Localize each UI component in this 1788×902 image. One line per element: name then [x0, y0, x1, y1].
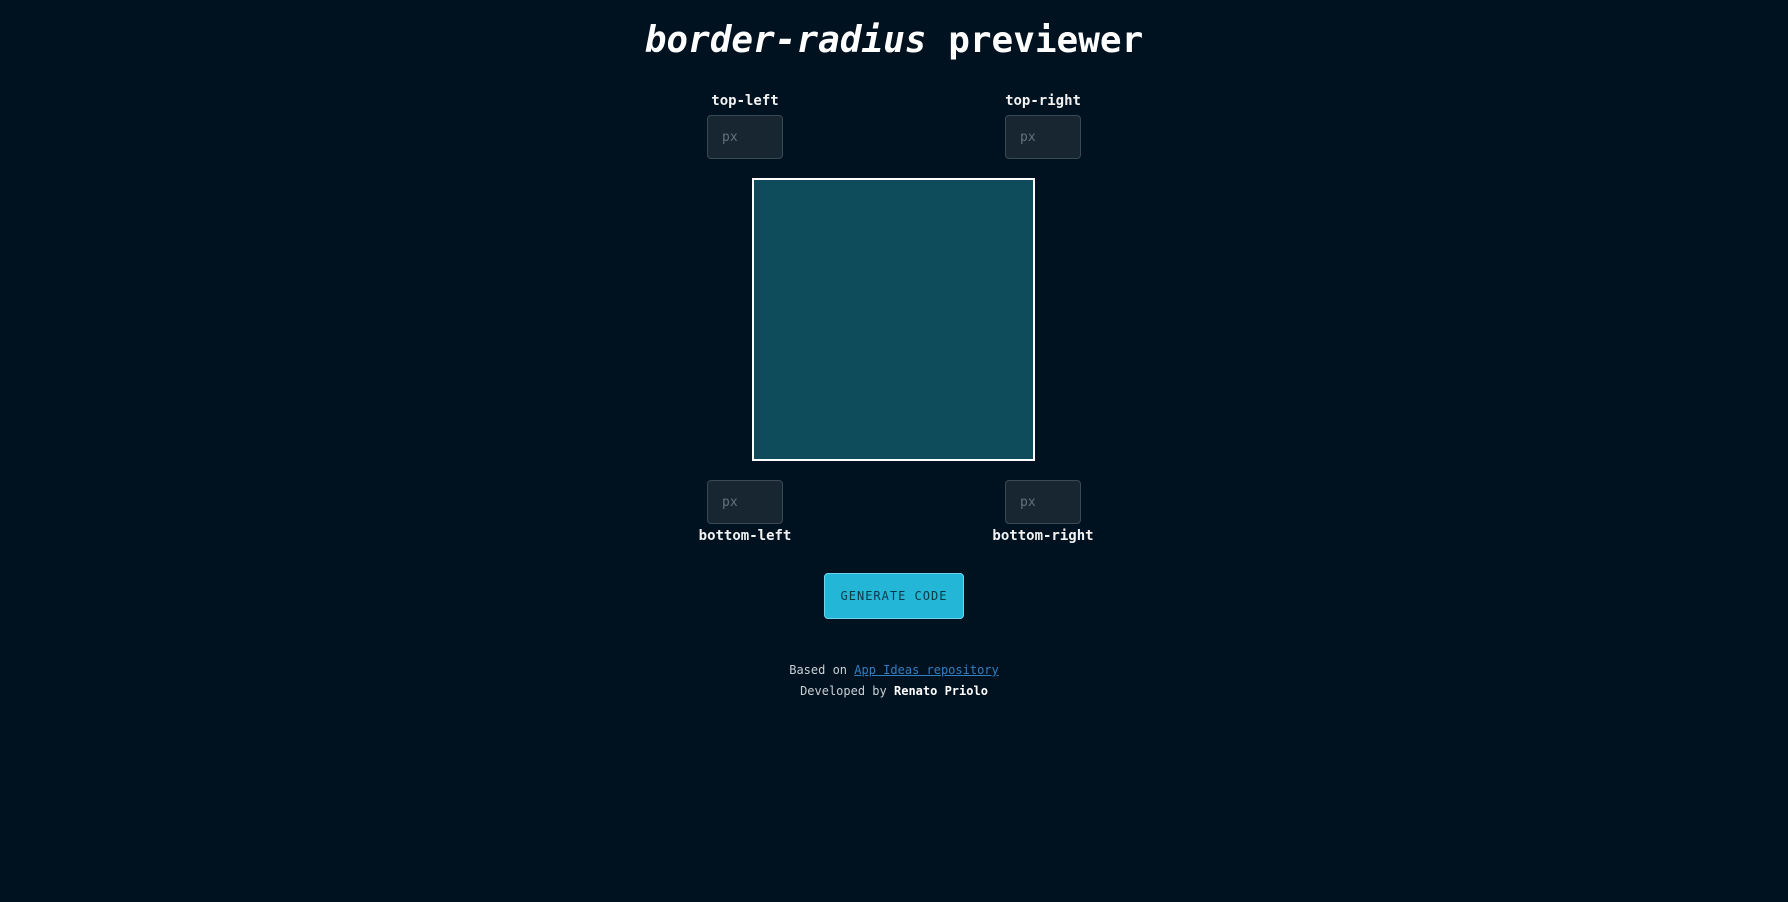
top-right-input[interactable]: [1005, 115, 1081, 159]
border-radius-preview-box: [752, 178, 1035, 461]
bottom-right-label: bottom-right: [992, 528, 1094, 544]
top-right-label: top-right: [1005, 93, 1081, 109]
footer-based-on-prefix: Based on: [789, 663, 848, 677]
page-title-emphasis: border-radius: [644, 20, 927, 61]
bottom-left-label: bottom-left: [698, 528, 792, 544]
top-left-input[interactable]: [707, 115, 783, 159]
generate-code-button[interactable]: GENERATE CODE: [824, 573, 964, 619]
bottom-right-input[interactable]: [1005, 480, 1081, 524]
app-ideas-repository-link[interactable]: App Ideas repository: [854, 663, 999, 677]
bottom-left-input[interactable]: [707, 480, 783, 524]
footer-developed-by-prefix: Developed by: [800, 684, 887, 698]
footer-developed-by: Developed by Renato Priolo: [0, 684, 1788, 698]
top-left-label: top-left: [711, 93, 779, 109]
footer-based-on: Based on App Ideas repository: [0, 663, 1788, 677]
page-title: border-radius previewer: [0, 20, 1788, 61]
footer-author-name: Renato Priolo: [894, 684, 988, 698]
page-title-rest: previewer: [948, 20, 1144, 61]
